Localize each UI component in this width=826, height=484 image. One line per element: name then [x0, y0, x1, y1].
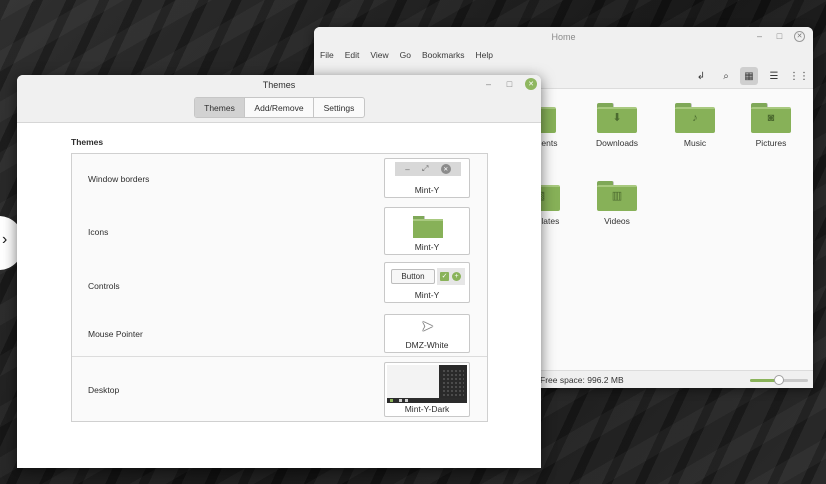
row-label: Window borders: [88, 174, 150, 184]
menu-bar: File Edit View Go Bookmarks Help: [314, 47, 813, 63]
folder-label: Videos: [604, 216, 630, 226]
maximize-icon[interactable]: □: [774, 31, 785, 42]
sample-button: Button: [391, 269, 435, 284]
menu-view[interactable]: View: [370, 50, 388, 60]
folder-label: Pictures: [755, 138, 787, 148]
menu-help[interactable]: Help: [476, 50, 493, 60]
theme-name: Mint-Y: [414, 185, 440, 195]
row-label: Mouse Pointer: [88, 329, 143, 339]
window-borders-chooser[interactable]: – ⤢ ✕ Mint-Y: [384, 158, 470, 198]
icon-view-icon[interactable]: ▦: [740, 67, 758, 85]
videos-folder-icon: ▥: [597, 181, 637, 211]
tab-add-remove[interactable]: Add/Remove: [245, 98, 314, 117]
tab-switcher: Themes Add/Remove Settings: [194, 97, 365, 118]
minimize-icon[interactable]: –: [754, 31, 765, 42]
desktop-chooser[interactable]: Mint-Y-Dark: [384, 362, 470, 417]
themes-settings-list: Window borders – ⤢ ✕ Mint-Y Icons Mint-Y…: [71, 153, 488, 422]
row-window-borders: Window borders – ⤢ ✕ Mint-Y: [72, 154, 487, 203]
row-label: Controls: [88, 281, 120, 291]
window-title: Themes: [262, 80, 296, 90]
minimize-icon: –: [405, 164, 410, 174]
pictures-folder-icon: ◙: [751, 103, 791, 133]
checkbox-icon: ✓: [440, 272, 449, 281]
free-space-text: Free space: 996.2 MB: [540, 375, 624, 385]
theme-name: Mint-Y: [414, 290, 440, 300]
folder-music[interactable]: ♪ Music: [659, 103, 731, 148]
mouse-pointer-chooser[interactable]: ➤ DMZ-White: [384, 314, 470, 353]
row-label: Icons: [88, 227, 109, 237]
music-folder-icon: ♪: [675, 103, 715, 133]
folder-pictures[interactable]: ◙ Pictures: [735, 103, 807, 148]
download-folder-icon: ⬇: [597, 103, 637, 133]
folder-label: Music: [683, 138, 707, 148]
folder-videos[interactable]: ▥ Videos: [581, 181, 653, 226]
menu-bookmarks[interactable]: Bookmarks: [422, 50, 465, 60]
tab-themes[interactable]: Themes: [195, 98, 245, 117]
controls-chooser[interactable]: Button ✓ + Mint-Y: [384, 262, 470, 303]
close-icon[interactable]: ✕: [794, 31, 805, 42]
zoom-slider-handle[interactable]: [774, 375, 784, 385]
tab-settings[interactable]: Settings: [314, 98, 364, 117]
pointer-arrow-icon: ➤: [421, 318, 434, 335]
row-icons: Icons Mint-Y: [72, 203, 487, 256]
close-icon: ✕: [440, 164, 451, 174]
section-title: Themes: [71, 137, 104, 147]
window-buttons-preview: – ⤢ ✕: [395, 162, 461, 176]
row-label: Desktop: [88, 385, 120, 395]
maximize-icon[interactable]: □: [504, 79, 515, 90]
menu-file[interactable]: File: [320, 50, 334, 60]
compact-view-icon[interactable]: ⋮⋮: [789, 67, 809, 85]
desktop-preview-thumbnail: [387, 365, 467, 403]
open-terminal-icon[interactable]: ↲: [692, 67, 710, 85]
row-mouse-pointer: Mouse Pointer ➤ DMZ-White: [72, 307, 487, 356]
theme-name: DMZ-White: [405, 340, 449, 350]
themes-headerbar[interactable]: Themes – □ ✕ Themes Add/Remove Settings: [17, 75, 541, 123]
theme-name: Mint-Y: [414, 242, 440, 252]
folder-icon: [413, 216, 443, 238]
radio-icon: +: [452, 272, 461, 281]
menu-edit[interactable]: Edit: [345, 50, 360, 60]
maximize-icon: ⤢: [422, 164, 429, 173]
folder-label: Downloads: [595, 138, 639, 148]
folder-downloads[interactable]: ⬇ Downloads: [581, 103, 653, 148]
icons-chooser[interactable]: Mint-Y: [384, 207, 470, 255]
minimize-icon[interactable]: –: [483, 79, 494, 90]
theme-name: Mint-Y-Dark: [404, 404, 450, 414]
row-controls: Controls Button ✓ + Mint-Y: [72, 256, 487, 307]
menu-go[interactable]: Go: [400, 50, 411, 60]
row-desktop: Desktop Mint-Y-Dark: [72, 356, 487, 422]
expand-arrow-icon: ›: [2, 231, 8, 248]
search-icon[interactable]: ⌕: [717, 67, 735, 85]
list-view-icon[interactable]: ☰: [765, 67, 783, 85]
zoom-slider[interactable]: [750, 375, 808, 385]
close-icon[interactable]: ✕: [525, 78, 537, 90]
themes-window: Themes – □ ✕ Themes Add/Remove Settings …: [17, 75, 541, 468]
file-manager-titlebar[interactable]: Home – □ ✕: [314, 27, 813, 47]
window-title: Home: [551, 32, 576, 42]
